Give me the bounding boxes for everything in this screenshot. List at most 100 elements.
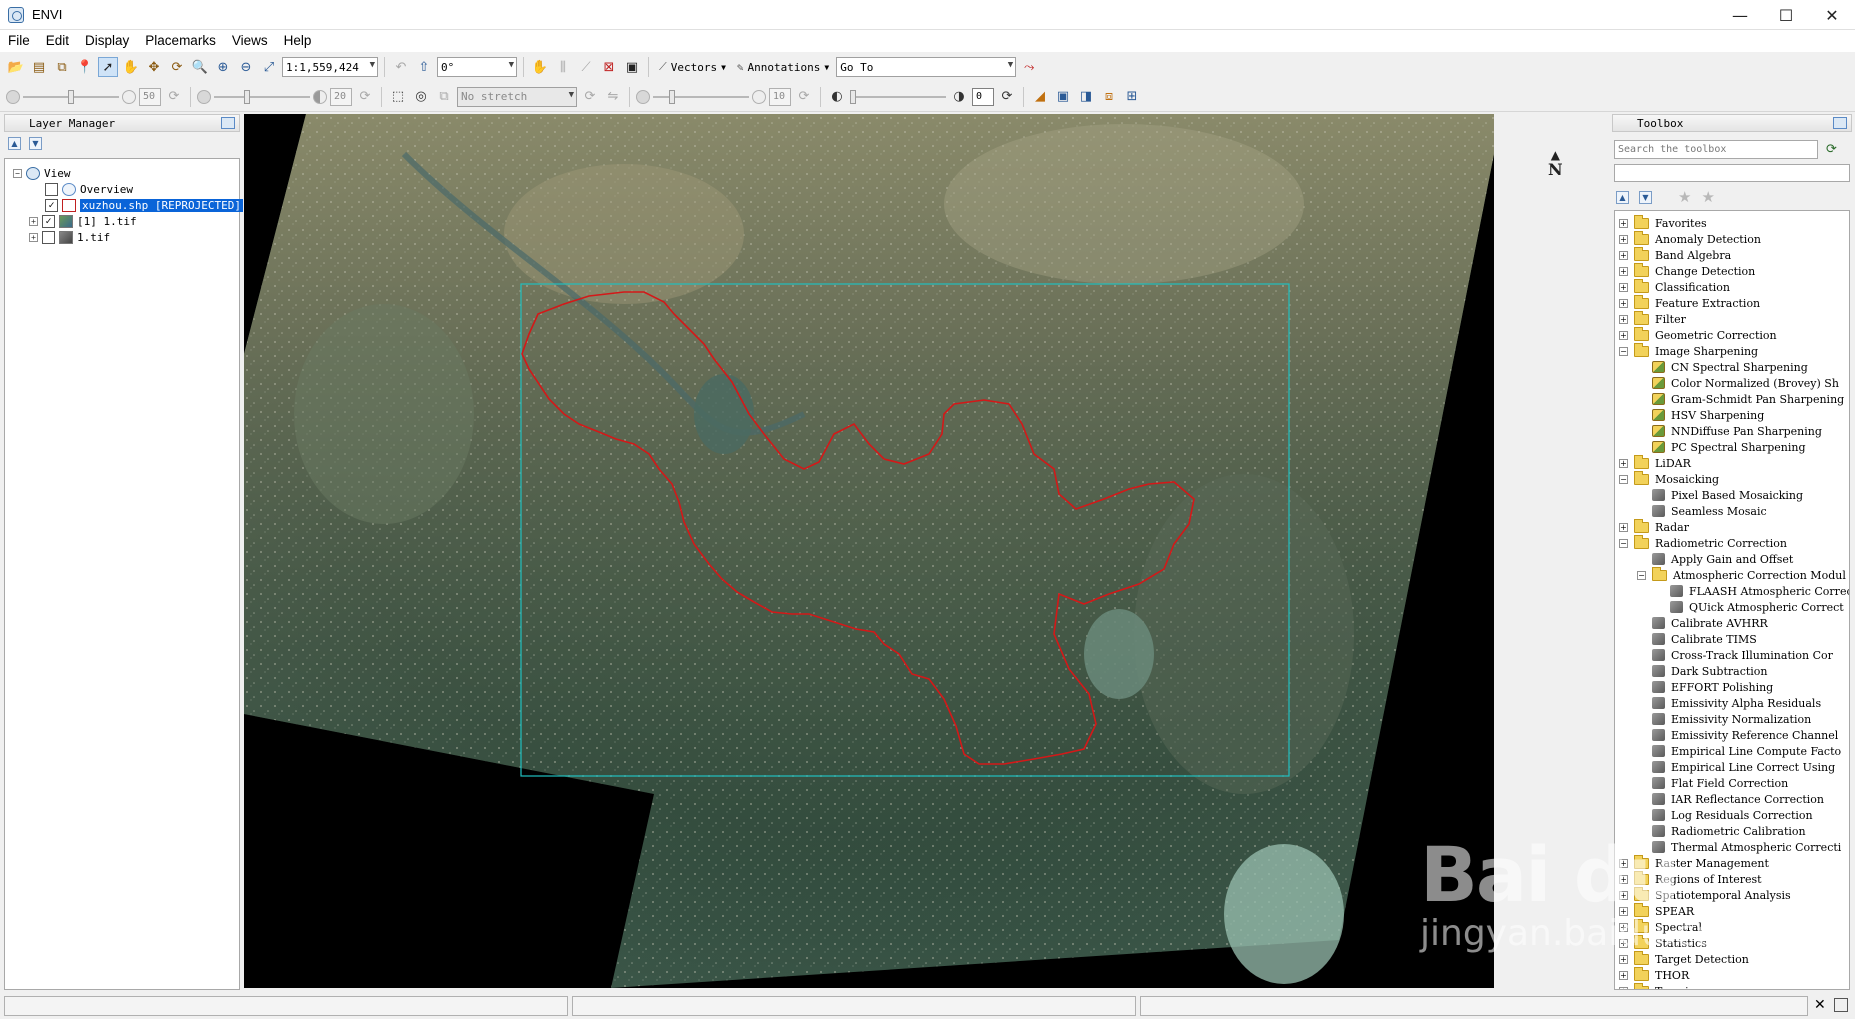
sharpen-field[interactable]: 10 (769, 87, 791, 106)
expand-toggle[interactable]: + (29, 216, 38, 226)
expand-toggle[interactable]: + (1619, 234, 1628, 244)
expand-toggle[interactable]: + (1619, 986, 1628, 989)
toolbox-item[interactable]: − Atmospheric Correction Modul (1637, 566, 1846, 583)
zoom-in-icon[interactable]: ⊕ (213, 57, 233, 77)
expand-toggle[interactable]: + (1619, 954, 1628, 964)
toolbox-item[interactable]: NNDiffuse Pan Sharpening (1637, 423, 1822, 439)
layer-tree-view[interactable]: − View (13, 165, 71, 181)
transparency-reset-icon[interactable]: ⟳ (997, 87, 1017, 107)
toolbox-item[interactable]: + Target Detection (1619, 950, 1749, 967)
toolbox-item[interactable]: Log Residuals Correction (1637, 807, 1813, 823)
toolbox-item[interactable]: Empirical Line Correct Using (1637, 759, 1835, 775)
toolbox-item[interactable]: + LiDAR (1619, 454, 1691, 471)
rotate-reset-icon[interactable]: ⇧ (414, 57, 434, 77)
map-view[interactable] (244, 114, 1494, 988)
sharpen-slider[interactable] (653, 89, 749, 105)
toolbox-item[interactable]: Emissivity Normalization (1637, 711, 1811, 727)
collapse-toggle[interactable]: − (13, 168, 22, 178)
toolbox-item[interactable]: + Raster Management (1619, 854, 1769, 871)
pin-panel-icon[interactable] (1833, 117, 1847, 129)
open-folder-icon[interactable]: 📂 (6, 57, 26, 77)
toolbox-item[interactable]: PC Spectral Sharpening (1637, 439, 1806, 455)
pixel-locator-icon[interactable]: ▣ (622, 57, 642, 77)
expand-toggle[interactable]: + (1619, 922, 1628, 932)
toolbox-item[interactable]: FLAASH Atmospheric Correc (1655, 583, 1849, 599)
toolbox-item[interactable]: Apply Gain and Offset (1637, 551, 1793, 567)
collapse-toggle[interactable]: − (1619, 346, 1628, 356)
toolbox-item[interactable]: + THOR (1619, 966, 1689, 983)
view-blend-icon[interactable]: ▣ (1053, 87, 1073, 107)
toolbox-item[interactable]: EFFORT Polishing (1637, 679, 1773, 695)
contrast-field[interactable]: 20 (330, 87, 352, 106)
toolbox-item[interactable]: QUick Atmospheric Correct (1655, 599, 1844, 615)
expand-all-icon[interactable]: ▼ (1639, 190, 1652, 204)
toolbox-item[interactable]: Pixel Based Mosaicking (1637, 487, 1803, 503)
layer-1-tif-reprojected[interactable]: + ✓ [1] 1.tif (29, 213, 137, 229)
layer-checkbox[interactable]: ✓ (45, 198, 58, 212)
pin-panel-icon[interactable] (221, 117, 235, 129)
zoom-icon[interactable]: 🔍 (190, 57, 210, 77)
layer-checkbox[interactable] (45, 182, 58, 196)
collapse-all-icon[interactable]: ▲ (8, 136, 21, 150)
toolbox-item[interactable]: − Mosaicking (1619, 470, 1719, 487)
toolbox-item[interactable]: Seamless Mosaic (1637, 503, 1767, 519)
crosshair-icon[interactable]: ✋ (530, 57, 550, 77)
sharpen-reset-icon[interactable]: ⟳ (794, 87, 814, 107)
expand-toggle[interactable]: + (1619, 266, 1628, 276)
collapse-toggle[interactable]: − (1619, 538, 1628, 548)
add-favorite-star-icon[interactable]: ★ (1678, 188, 1691, 206)
menu-file[interactable]: File (0, 30, 38, 52)
expand-toggle[interactable]: + (1619, 522, 1628, 532)
maximize-button[interactable]: ☐ (1763, 0, 1809, 30)
resize-grip-icon[interactable] (1834, 998, 1848, 1012)
expand-toggle[interactable]: + (29, 232, 38, 242)
menu-views[interactable]: Views (224, 30, 276, 52)
expand-toggle[interactable]: + (1619, 970, 1628, 980)
vectors-dropdown[interactable]: ⟋ Vectors ▼ (655, 60, 730, 74)
toolbox-item[interactable]: + Filter (1619, 310, 1686, 327)
contrast-reset-icon[interactable]: ⟳ (355, 87, 375, 107)
rotation-select[interactable]: 0° ▼ (437, 57, 517, 77)
toolbox-item[interactable]: Gram-Schmidt Pan Sharpening (1637, 391, 1844, 407)
stretch-view-icon[interactable]: ◎ (411, 87, 431, 107)
toolbox-item[interactable]: Cross-Track Illumination Cor (1637, 647, 1833, 663)
placemark-pin-icon[interactable]: 📍 (75, 57, 95, 77)
expand-toggle[interactable]: + (1619, 330, 1628, 340)
histogram-icon[interactable]: ⇋ (603, 87, 623, 107)
remove-favorite-star-icon[interactable]: ★ (1701, 188, 1714, 206)
toolbox-item[interactable]: − Image Sharpening (1619, 342, 1758, 359)
toolbox-item[interactable]: Thermal Atmospheric Correcti (1637, 839, 1841, 855)
view-swipe-icon[interactable]: ⧈ (1099, 87, 1119, 107)
layer-1-tif[interactable]: + 1.tif (29, 229, 110, 245)
refresh-icon[interactable]: ⟳ (1826, 142, 1837, 157)
goto-input[interactable]: Go To ▼ (836, 57, 1017, 77)
expand-toggle[interactable]: + (1619, 906, 1628, 916)
brightness-field[interactable]: 50 (139, 87, 161, 106)
rotate-left-icon[interactable]: ↶ (391, 57, 411, 77)
expand-toggle[interactable]: + (1619, 858, 1628, 868)
toolbox-item[interactable]: + Feature Extraction (1619, 294, 1760, 311)
menu-help[interactable]: Help (276, 30, 320, 52)
toolbox-item[interactable]: Dark Subtraction (1637, 663, 1768, 679)
toolbox-item[interactable]: Calibrate AVHRR (1637, 615, 1768, 631)
toolbox-item[interactable]: Flat Field Correction (1637, 775, 1788, 791)
zoom-full-icon[interactable]: ⤢ (259, 57, 279, 77)
toolbox-item[interactable]: + Radar (1619, 518, 1689, 535)
close-window-button[interactable]: ✕ (1809, 0, 1855, 30)
brightness-reset-icon[interactable]: ⟳ (164, 87, 184, 107)
transparency-field[interactable]: 0 (972, 87, 994, 106)
roi-tool-icon[interactable]: ⊠ (599, 57, 619, 77)
toolbox-item[interactable]: Color Normalized (Brovey) Sh (1637, 375, 1839, 391)
toolbox-item[interactable]: + Regions of Interest (1619, 870, 1762, 887)
scale-select[interactable]: 1:1,559,424 ▼ (282, 57, 378, 77)
toolbox-search-input[interactable]: Search the toolbox (1614, 140, 1818, 159)
toolbox-item[interactable]: CN Spectral Sharpening (1637, 359, 1808, 375)
transparency-slider[interactable] (850, 89, 946, 105)
collapse-all-icon[interactable]: ▲ (1616, 190, 1629, 204)
slider-thumb[interactable] (850, 89, 856, 104)
toolbox-item[interactable]: + Band Algebra (1619, 246, 1731, 263)
toolbox-item[interactable]: IAR Reflectance Correction (1637, 791, 1824, 807)
expand-toggle[interactable]: + (1619, 874, 1628, 884)
slider-thumb[interactable] (68, 89, 74, 104)
rotate-icon[interactable]: ⟳ (167, 57, 187, 77)
